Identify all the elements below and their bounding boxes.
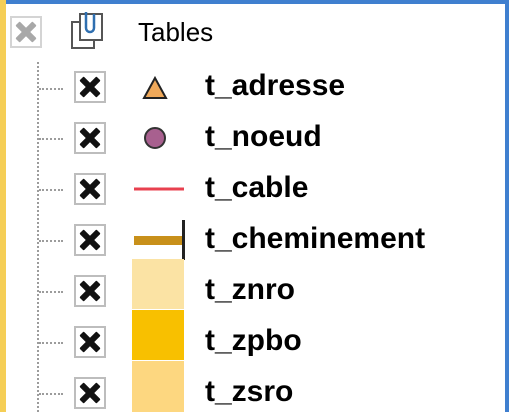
layer-label[interactable]: t_zpbo [205, 323, 302, 359]
panel-top-border [0, 0, 509, 4]
layer-visibility-checkbox[interactable] [74, 275, 106, 307]
x-mark-icon [79, 178, 101, 200]
x-mark-icon [15, 21, 37, 43]
x-mark-icon [79, 382, 101, 404]
tree-branch [39, 88, 63, 90]
layer-label[interactable]: t_cable [205, 170, 308, 206]
layer-label[interactable]: t_znro [205, 272, 295, 308]
tree-branch [39, 189, 63, 191]
group-label[interactable]: Tables [138, 17, 213, 47]
layer-label[interactable]: t_zsro [205, 374, 293, 410]
fill-icon [132, 310, 184, 360]
layer-visibility-checkbox[interactable] [74, 224, 106, 256]
layer-visibility-checkbox[interactable] [74, 71, 106, 103]
x-mark-icon [79, 229, 101, 251]
line-icon [134, 187, 184, 191]
layer-group-icon[interactable] [68, 8, 112, 52]
layer-label[interactable]: t_cheminement [205, 221, 425, 257]
layers-panel: Tables t_adresse t_noeud t_cable t_chemi… [0, 0, 509, 412]
layer-label[interactable]: t_adresse [205, 68, 345, 104]
layer-label[interactable]: t_noeud [205, 119, 322, 155]
circle-icon [144, 127, 166, 149]
tree-branch [39, 138, 63, 140]
triangle-icon [142, 75, 168, 99]
panel-left-band [0, 0, 6, 412]
tree-branch [39, 240, 63, 242]
panel-right-border [505, 0, 509, 412]
x-mark-icon [79, 127, 101, 149]
x-mark-icon [79, 280, 101, 302]
layer-visibility-checkbox[interactable] [74, 122, 106, 154]
fill-icon [132, 361, 184, 412]
thick-line-icon [134, 220, 185, 260]
layer-visibility-checkbox[interactable] [74, 377, 106, 409]
layer-visibility-checkbox[interactable] [74, 173, 106, 205]
x-mark-icon [79, 331, 101, 353]
layer-visibility-checkbox[interactable] [74, 326, 106, 358]
group-visibility-checkbox[interactable] [10, 16, 42, 48]
tree-guide [37, 62, 39, 412]
x-mark-icon [79, 76, 101, 98]
tree-branch [39, 393, 63, 395]
tree-branch [39, 342, 63, 344]
tree-branch [39, 291, 63, 293]
fill-icon [132, 259, 184, 309]
